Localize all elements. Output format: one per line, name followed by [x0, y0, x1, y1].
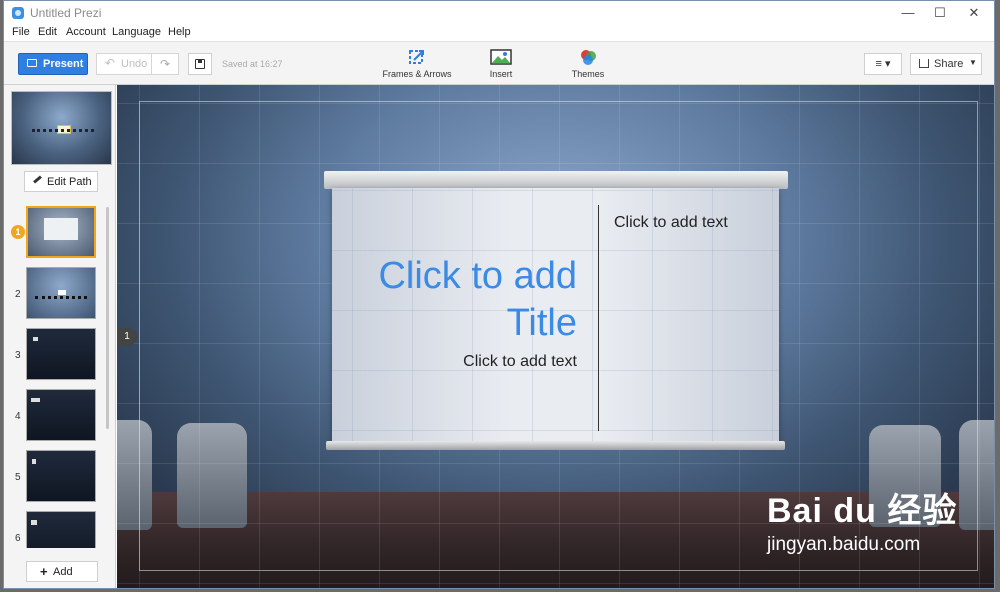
app-window: Untitled Prezi — ☐ ✕ File Edit Account L… [3, 0, 995, 589]
menu-help[interactable]: Help [168, 26, 191, 38]
insert-button[interactable]: Insert [479, 48, 523, 79]
watermark-logo: Bai du 经验 [767, 492, 958, 530]
frames-arrows-label: Frames & Arrows [382, 69, 452, 79]
overview-chairs [32, 129, 94, 136]
slide-number: 5 [15, 472, 21, 483]
undo-button[interactable]: ↶ Undo [96, 53, 152, 75]
monitor-icon [27, 59, 37, 67]
share-icon [919, 59, 929, 68]
present-button[interactable]: Present [18, 53, 88, 75]
saved-status: Saved at 16:27 [222, 59, 283, 69]
themes-label: Themes [571, 69, 605, 79]
themes-palette-icon [577, 48, 599, 66]
title-bar: Untitled Prezi — ☐ ✕ [4, 1, 994, 25]
share-button[interactable]: Share ▼ [910, 53, 982, 75]
hamburger-menu-button[interactable]: ≡ ▾ [864, 53, 902, 75]
add-slide-button[interactable]: + Add [26, 561, 98, 582]
slide-thumb-4[interactable] [26, 389, 96, 441]
slide-list-scrollbar[interactable] [106, 207, 109, 429]
add-label: Add [53, 566, 73, 578]
title-line-2: Title [506, 302, 577, 344]
sidebar: Edit Path 1 2 3 4 5 6 + Add [4, 85, 116, 588]
slide-number-badge: 1 [11, 225, 25, 239]
title-line-1: Click to add [378, 255, 577, 297]
plus-icon: + [40, 564, 48, 579]
title-placeholder[interactable]: Click to add Title [347, 253, 577, 347]
projector-screen-bar [326, 441, 785, 450]
text-placeholder-left[interactable]: Click to add text [417, 353, 577, 371]
edit-path-label: Edit Path [47, 176, 92, 188]
slide-thumb-6[interactable] [26, 511, 96, 548]
slide-thumb-mark [31, 398, 40, 402]
slide-thumb-1[interactable] [26, 206, 96, 258]
menu-file[interactable]: File [12, 26, 30, 38]
insert-image-icon [490, 48, 512, 66]
slide-thumb-mark [33, 337, 38, 341]
frames-arrows-button[interactable]: Frames & Arrows [379, 48, 455, 79]
slide-thumb-mark [32, 459, 36, 464]
close-button[interactable]: ✕ [959, 3, 989, 23]
slide-number: 6 [15, 533, 21, 544]
undo-arrow-icon: ↶ [105, 56, 116, 70]
baidu-watermark: Bai du 经验 jingyan.baidu.com [767, 483, 994, 556]
themes-button[interactable]: Themes [566, 48, 610, 79]
slide-thumb-3[interactable] [26, 328, 96, 380]
slide-number: 3 [15, 350, 21, 361]
path-step-marker[interactable]: 1 [117, 328, 137, 346]
slide-thumb-mark [31, 520, 37, 525]
redo-arrow-icon: ↷ [159, 57, 171, 71]
edit-path-button[interactable]: Edit Path [24, 171, 98, 192]
present-label: Present [43, 58, 84, 70]
window-title: Untitled Prezi [30, 6, 102, 20]
minimize-button[interactable]: — [893, 3, 923, 23]
undo-label: Undo [121, 58, 148, 70]
hamburger-icon: ≡ ▾ [875, 58, 891, 70]
maximize-button[interactable]: ☐ [925, 3, 955, 23]
frames-arrows-icon [406, 48, 428, 66]
insert-label: Insert [489, 69, 513, 79]
overview-thumbnail[interactable] [11, 91, 112, 165]
slide-thumb-screen [58, 290, 66, 295]
toolbar: Present ↶ Undo ↷ Saved at 16:27 Frames &… [4, 41, 994, 85]
menu-edit[interactable]: Edit [38, 26, 57, 38]
share-label: Share [934, 58, 964, 70]
text-placeholder-right[interactable]: Click to add text [614, 214, 728, 232]
menu-language[interactable]: Language [112, 26, 161, 38]
prezi-logo-icon [12, 7, 24, 19]
projector-rail [324, 171, 788, 189]
column-divider [598, 205, 599, 431]
canvas[interactable]: Click to add Title Click to add text Cli… [117, 85, 994, 588]
slide-thumb-chairs [35, 296, 87, 299]
save-button[interactable] [188, 53, 212, 75]
slide-list: 1 2 3 4 5 6 [4, 203, 116, 548]
watermark-url: jingyan.baidu.com [767, 534, 921, 555]
slide-number: 2 [15, 289, 21, 300]
floppy-disk-icon [195, 59, 205, 69]
redo-button[interactable]: ↷ [152, 53, 179, 75]
menu-account[interactable]: Account [66, 26, 106, 38]
slide-thumb-5[interactable] [26, 450, 96, 502]
slide-thumb-2[interactable] [26, 267, 96, 319]
chevron-down-icon: ▼ [969, 58, 977, 67]
slide-number: 4 [15, 411, 21, 422]
slide-thumb-screen [44, 218, 78, 240]
menu-bar: File Edit Account Language Help [4, 25, 994, 41]
pencil-icon [33, 175, 42, 184]
